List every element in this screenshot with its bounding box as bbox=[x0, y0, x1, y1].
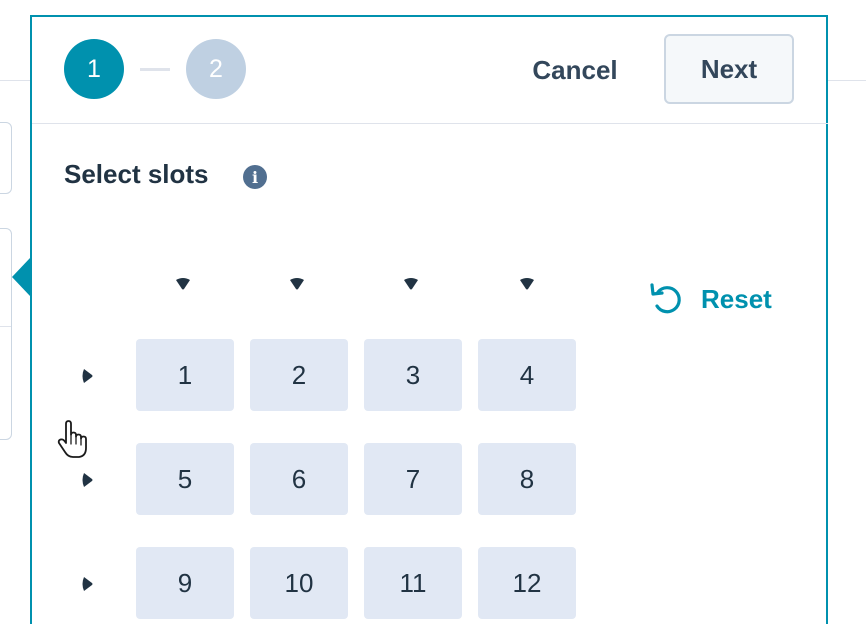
slot-9[interactable]: 9 bbox=[136, 547, 234, 619]
info-icon[interactable]: i bbox=[243, 165, 267, 189]
slot-4[interactable]: 4 bbox=[478, 339, 576, 411]
slot-11[interactable]: 11 bbox=[364, 547, 462, 619]
slot-10[interactable]: 10 bbox=[250, 547, 348, 619]
background-input bbox=[0, 122, 12, 194]
column-2-select-caret-icon[interactable] bbox=[287, 276, 307, 292]
row-3-select-caret-icon[interactable] bbox=[80, 574, 94, 594]
reset-button[interactable]: Reset bbox=[648, 279, 772, 319]
row-2-select-caret-icon[interactable] bbox=[80, 470, 94, 490]
step-number: 2 bbox=[209, 54, 223, 83]
background-card-divider bbox=[0, 326, 11, 327]
slot-5[interactable]: 5 bbox=[136, 443, 234, 515]
slot-1[interactable]: 1 bbox=[136, 339, 234, 411]
popover-header: 1 2 Cancel Next bbox=[32, 17, 828, 124]
slot-7[interactable]: 7 bbox=[364, 443, 462, 515]
slot-8[interactable]: 8 bbox=[478, 443, 576, 515]
step-indicator-1[interactable]: 1 bbox=[64, 39, 124, 99]
hand-pointer-cursor-icon bbox=[57, 420, 87, 458]
screen: 1 2 Cancel Next Select slots i Reset 1 2… bbox=[0, 0, 866, 624]
step-number: 1 bbox=[87, 54, 101, 83]
slot-selection-popover: 1 2 Cancel Next Select slots i Reset 1 2… bbox=[30, 15, 828, 624]
step-connector bbox=[140, 68, 170, 71]
slot-2[interactable]: 2 bbox=[250, 339, 348, 411]
column-3-select-caret-icon[interactable] bbox=[401, 276, 421, 292]
reset-icon bbox=[650, 283, 681, 314]
next-button[interactable]: Next bbox=[664, 34, 794, 104]
background-card bbox=[0, 228, 12, 440]
column-4-select-caret-icon[interactable] bbox=[517, 276, 537, 292]
info-glyph: i bbox=[251, 167, 259, 187]
step-indicator-2[interactable]: 2 bbox=[186, 39, 246, 99]
row-1-select-caret-icon[interactable] bbox=[80, 366, 94, 386]
slot-6[interactable]: 6 bbox=[250, 443, 348, 515]
cancel-button[interactable]: Cancel bbox=[510, 45, 640, 95]
reset-label: Reset bbox=[701, 283, 772, 314]
slot-3[interactable]: 3 bbox=[364, 339, 462, 411]
column-1-select-caret-icon[interactable] bbox=[173, 276, 193, 292]
popover-arrow bbox=[12, 258, 30, 296]
slot-12[interactable]: 12 bbox=[478, 547, 576, 619]
section-title: Select slots bbox=[64, 159, 209, 189]
